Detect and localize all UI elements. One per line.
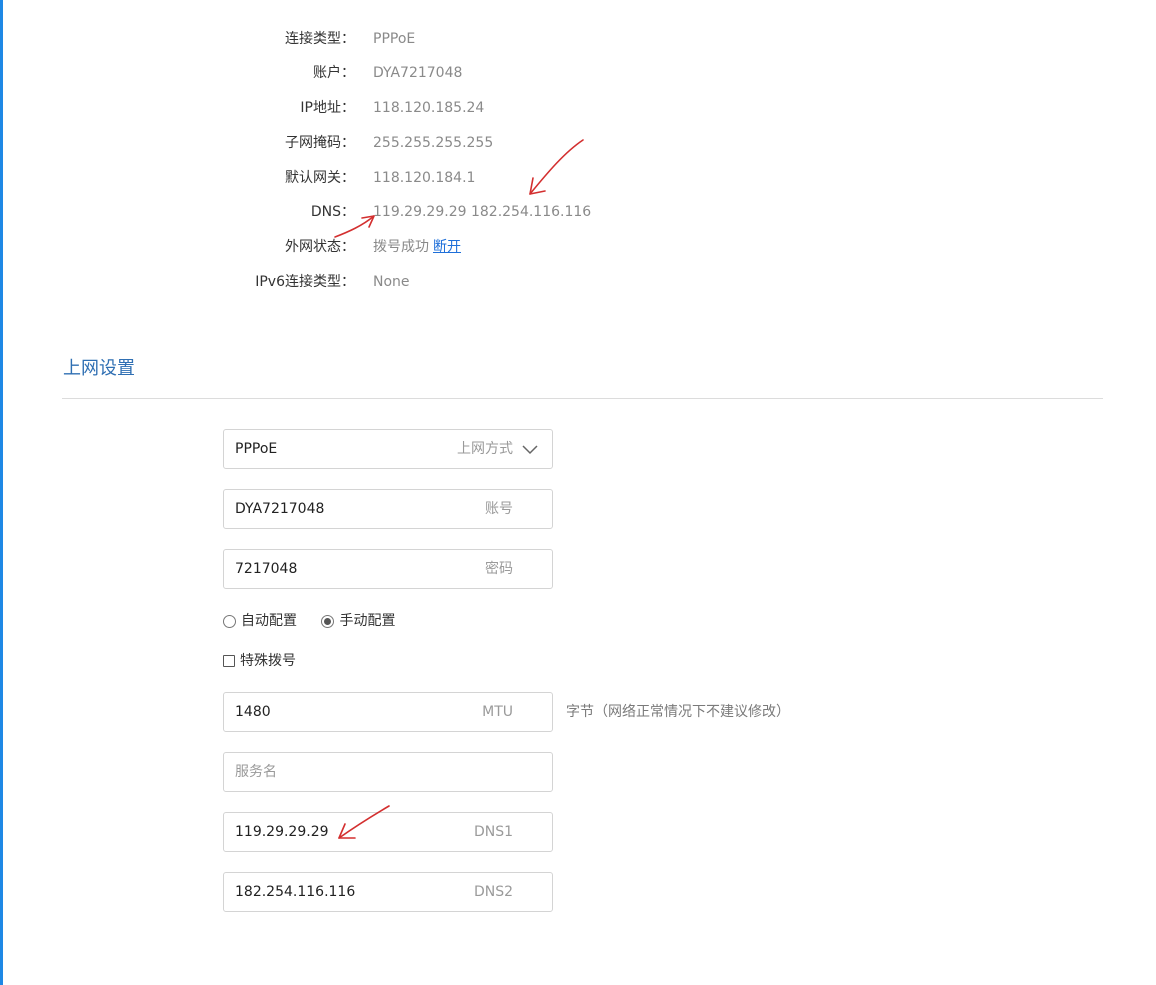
radio-label: 手动配置 xyxy=(339,613,396,629)
password-field[interactable]: 7217048 密码 xyxy=(223,549,553,589)
dns-mode-radio-group: 自动配置 手动配置 xyxy=(223,612,415,630)
account-label: 账号 xyxy=(485,501,513,517)
info-value: 255.255.255.255 xyxy=(373,135,494,151)
connection-type-label: 上网方式 xyxy=(457,441,513,457)
info-row-ip-address: IP地址： 118.120.185.24 xyxy=(0,98,700,118)
radio-manual-config[interactable]: 手动配置 xyxy=(321,612,395,630)
connection-type-value: PPPoE xyxy=(235,441,278,457)
info-value: 119.29.29.29 182.254.116.116 xyxy=(373,204,592,220)
info-row-wan-status: 外网状态： 拨号成功 断开 xyxy=(0,237,700,257)
dns1-label: DNS1 xyxy=(473,824,513,840)
dns1-field[interactable]: 119.29.29.29 DNS1 xyxy=(223,812,553,852)
info-value: PPPoE xyxy=(373,31,416,47)
dns2-field[interactable]: 182.254.116.116 DNS2 xyxy=(223,872,553,912)
info-label: 子网掩码： xyxy=(285,135,355,151)
wan-status-text: 拨号成功 xyxy=(373,239,429,255)
section-divider xyxy=(62,398,1103,399)
info-row-account: 账户： DYA7217048 xyxy=(0,63,700,83)
info-row-dns: DNS： 119.29.29.29 182.254.116.116 xyxy=(0,202,700,222)
info-label: DNS： xyxy=(310,204,355,220)
info-label: IPv6连接类型： xyxy=(255,274,355,290)
account-value: DYA7217048 xyxy=(235,501,325,517)
info-label: 默认网关： xyxy=(285,170,355,186)
checkbox-label: 特殊拨号 xyxy=(240,653,296,669)
info-label: 账户： xyxy=(313,65,355,81)
chevron-down-icon xyxy=(522,445,538,455)
service-name-placeholder: 服务名 xyxy=(235,764,277,780)
info-row-subnet-mask: 子网掩码： 255.255.255.255 xyxy=(0,133,700,153)
service-name-field[interactable]: 服务名 xyxy=(223,752,553,792)
info-row-connection-type: 连接类型： PPPoE xyxy=(0,29,700,49)
info-label: 外网状态： xyxy=(285,239,355,255)
info-row-gateway: 默认网关： 118.120.184.1 xyxy=(0,168,700,188)
mtu-field[interactable]: 1480 MTU xyxy=(223,692,553,732)
info-value: DYA7217048 xyxy=(373,65,463,81)
info-label: 连接类型： xyxy=(285,31,355,47)
special-dial-checkbox[interactable]: 特殊拨号 xyxy=(223,652,296,670)
password-value: 7217048 xyxy=(235,561,298,577)
account-field[interactable]: DYA7217048 账号 xyxy=(223,489,553,529)
dns1-value: 119.29.29.29 xyxy=(235,824,329,840)
mtu-value: 1480 xyxy=(235,704,271,720)
mtu-label: MTU xyxy=(482,704,513,720)
dns2-label: DNS2 xyxy=(473,884,513,900)
section-title: 上网设置 xyxy=(63,358,135,379)
password-label: 密码 xyxy=(485,561,513,577)
info-value: 拨号成功 断开 xyxy=(373,237,461,257)
radio-icon xyxy=(223,614,236,628)
radio-label: 自动配置 xyxy=(241,613,297,629)
dns2-value: 182.254.116.116 xyxy=(235,884,356,900)
info-row-ipv6-type: IPv6连接类型： None xyxy=(0,272,700,292)
checkbox-icon xyxy=(223,655,235,667)
info-value: None xyxy=(373,274,410,290)
info-value: 118.120.184.1 xyxy=(373,170,476,186)
radio-selected-icon xyxy=(321,614,335,628)
info-value: 118.120.185.24 xyxy=(373,100,485,116)
info-label: IP地址： xyxy=(300,100,355,116)
connection-type-select[interactable]: PPPoE 上网方式 xyxy=(223,429,553,469)
disconnect-link[interactable]: 断开 xyxy=(433,239,461,255)
radio-auto-config[interactable]: 自动配置 xyxy=(223,612,297,630)
mtu-hint: 字节（网络正常情况下不建议修改） xyxy=(566,704,790,720)
